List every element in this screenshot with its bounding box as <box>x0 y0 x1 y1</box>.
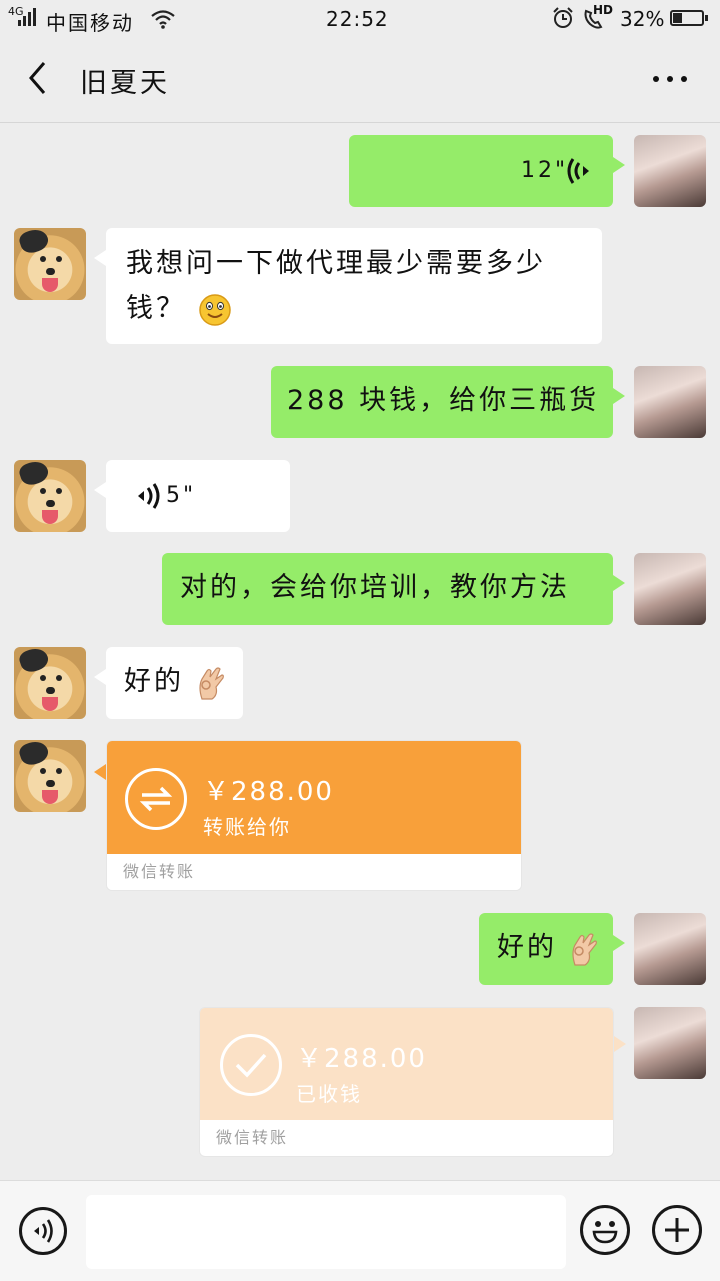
contact-avatar[interactable] <box>14 740 86 812</box>
clock-time: 22:52 <box>326 7 389 31</box>
dog-bow <box>17 647 51 675</box>
dog-eye-left <box>40 768 46 774</box>
chevron-left-icon[interactable] <box>24 58 54 98</box>
wifi-icon <box>151 10 175 29</box>
smile-emoji-icon <box>198 293 231 326</box>
transfer-amount: ￥288.00 <box>203 777 334 807</box>
plus-icon[interactable] <box>652 1205 702 1255</box>
battery-percent: 32% <box>620 7 665 31</box>
transfer-footer: 微信转账 <box>200 1120 613 1156</box>
transfer-amount: ￥288.00 <box>296 1044 427 1074</box>
bubble-tail <box>614 1036 626 1052</box>
voice-icon[interactable] <box>19 1207 67 1255</box>
ellipsis-icon[interactable] <box>650 68 690 88</box>
check-circle-icon <box>220 1034 282 1096</box>
message-text: 我想问一下做代理最少需要多少 <box>126 248 546 279</box>
status-bar: 4G 中国移动 22:52 HD 32% <box>0 0 720 38</box>
chat-header: 旧夏天 <box>0 38 720 123</box>
self-avatar[interactable] <box>634 1007 706 1079</box>
voice-message-bubble[interactable]: 12" <box>349 135 625 207</box>
dog-bow <box>17 460 51 488</box>
carrier-name: 中国移动 <box>46 11 134 35</box>
dog-eye-right <box>56 675 62 681</box>
dog-eye-left <box>40 256 46 262</box>
voice-message-bubble[interactable]: 5" <box>94 460 290 532</box>
dog-eye-left <box>40 488 46 494</box>
dog-bow <box>17 740 51 768</box>
message-text: 好的 <box>124 666 184 697</box>
transfer-description: 已收钱 <box>296 1082 362 1106</box>
message-text: 对的，会给你培训，教你方法 <box>180 572 570 603</box>
chat-title: 旧夏天 <box>80 68 170 99</box>
dog-eye-right <box>56 768 62 774</box>
dog-eye-left <box>40 675 46 681</box>
text-message-bubble[interactable]: 好的 <box>94 647 243 719</box>
dog-tongue <box>42 697 58 711</box>
voice-wave-icon <box>138 483 160 509</box>
transfer-arrows-icon <box>125 768 187 830</box>
transfer-card-pending[interactable]: ￥288.00 转账给你 微信转账 <box>106 740 522 891</box>
transfer-description: 转账给你 <box>203 815 291 839</box>
contact-avatar[interactable] <box>14 647 86 719</box>
transfer-card-received[interactable]: ￥288.00 已收钱 微信转账 <box>199 1007 614 1157</box>
message-text-continued: 钱？ <box>126 286 602 331</box>
ok-hand-emoji-icon <box>198 666 224 700</box>
smiley-icon[interactable] <box>580 1205 630 1255</box>
self-avatar[interactable] <box>634 913 706 985</box>
dog-eye-right <box>56 488 62 494</box>
transfer-card-top: ￥288.00 转账给你 <box>107 741 521 856</box>
dog-tongue <box>42 278 58 292</box>
bubble-tail <box>94 764 106 780</box>
dog-nose <box>46 500 55 507</box>
signal-icon <box>18 8 38 26</box>
text-message-bubble[interactable]: 好的 <box>479 913 625 985</box>
battery-icon <box>670 10 704 26</box>
self-avatar[interactable] <box>634 366 706 438</box>
battery-fill <box>673 13 682 23</box>
dog-nose <box>46 687 55 694</box>
alarm-icon <box>553 7 573 28</box>
message-text: 好的 <box>497 932 557 963</box>
dog-nose <box>46 780 55 787</box>
dog-bow <box>17 228 51 256</box>
voice-duration: 12" <box>521 158 569 183</box>
ok-hand-emoji-icon <box>571 932 597 966</box>
voice-duration: 5" <box>166 483 197 508</box>
text-message-bubble[interactable]: 我想问一下做代理最少需要多少 钱？ <box>94 228 602 344</box>
self-avatar[interactable] <box>634 135 706 207</box>
voice-wave-icon <box>567 158 589 184</box>
message-text: 288 块钱，给你三瓶货 <box>287 385 600 416</box>
transfer-footer: 微信转账 <box>107 854 521 890</box>
transfer-card-top: ￥288.00 已收钱 <box>200 1008 613 1123</box>
message-input[interactable] <box>86 1195 566 1269</box>
dog-tongue <box>42 790 58 804</box>
dog-eye-right <box>56 256 62 262</box>
hd-label: HD <box>593 3 614 17</box>
dog-tongue <box>42 510 58 524</box>
self-avatar[interactable] <box>634 553 706 625</box>
dog-nose <box>46 268 55 275</box>
battery-tip <box>705 15 708 21</box>
contact-avatar[interactable] <box>14 228 86 300</box>
text-message-bubble[interactable]: 288 块钱，给你三瓶货 <box>271 366 625 438</box>
message-text-line2: 钱？ <box>126 293 186 324</box>
text-message-bubble[interactable]: 对的，会给你培训，教你方法 <box>162 553 625 625</box>
input-bar <box>0 1180 720 1281</box>
contact-avatar[interactable] <box>14 460 86 532</box>
